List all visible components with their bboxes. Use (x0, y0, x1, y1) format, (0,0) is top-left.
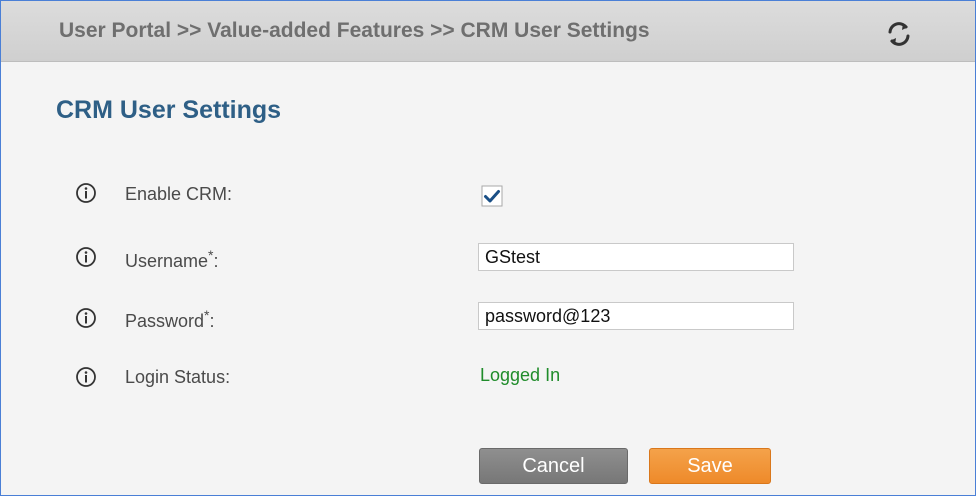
password-label: Password*: (125, 307, 215, 332)
refresh-icon[interactable] (885, 20, 913, 48)
username-label-text: Username (125, 251, 209, 271)
label-suffix: : (213, 251, 219, 271)
cancel-button[interactable]: Cancel (479, 448, 628, 484)
login-status-label: Login Status: (125, 367, 231, 387)
save-button[interactable]: Save (649, 448, 771, 484)
login-status-value: Logged In (480, 365, 561, 385)
info-icon (76, 308, 96, 328)
enable-crm-checkbox[interactable] (481, 185, 503, 207)
username-label: Username*: (125, 247, 219, 272)
info-icon (76, 247, 96, 267)
label-suffix: : (209, 311, 215, 331)
info-icon (76, 183, 96, 203)
page-frame: User Portal >> Value-added Features >> C… (0, 0, 976, 496)
password-input[interactable] (478, 302, 794, 330)
enable-crm-label: Enable CRM: (125, 184, 233, 204)
page-title: CRM User Settings (56, 96, 282, 124)
breadcrumb: User Portal >> Value-added Features >> C… (59, 19, 650, 42)
header-bar: User Portal >> Value-added Features >> C… (1, 1, 975, 62)
username-input[interactable] (478, 243, 794, 271)
password-label-text: Password (125, 311, 205, 331)
info-icon (76, 367, 96, 387)
